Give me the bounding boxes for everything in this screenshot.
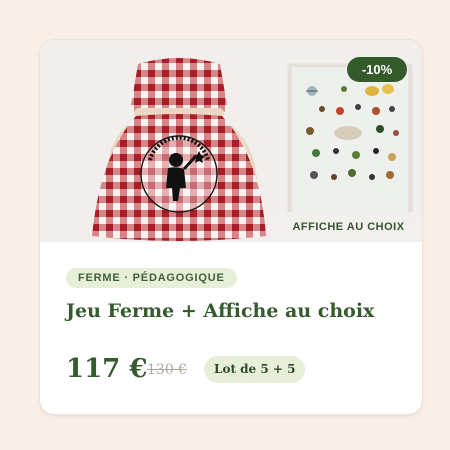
product-title[interactable]: Jeu Ferme + Affiche au choix — [66, 300, 406, 322]
poster-caption: AFFICHE AU CHOIX — [275, 212, 422, 242]
insect-poster-illustration — [289, 64, 411, 224]
current-price: 117 € — [66, 354, 148, 384]
original-price: 130 € — [147, 362, 188, 378]
discount-badge: -10% — [347, 57, 407, 82]
product-media[interactable]: -10% AFFICHE AU CHOIX — [40, 40, 422, 242]
bundle-badge: Lot de 5 + 5 — [204, 356, 306, 383]
category-tag: FERME · PÉDAGOGIQUE — [66, 268, 237, 288]
gingham-bag-image — [92, 58, 266, 241]
product-card[interactable]: -10% AFFICHE AU CHOIX FERME · PÉDAGOGIQU… — [40, 40, 422, 414]
